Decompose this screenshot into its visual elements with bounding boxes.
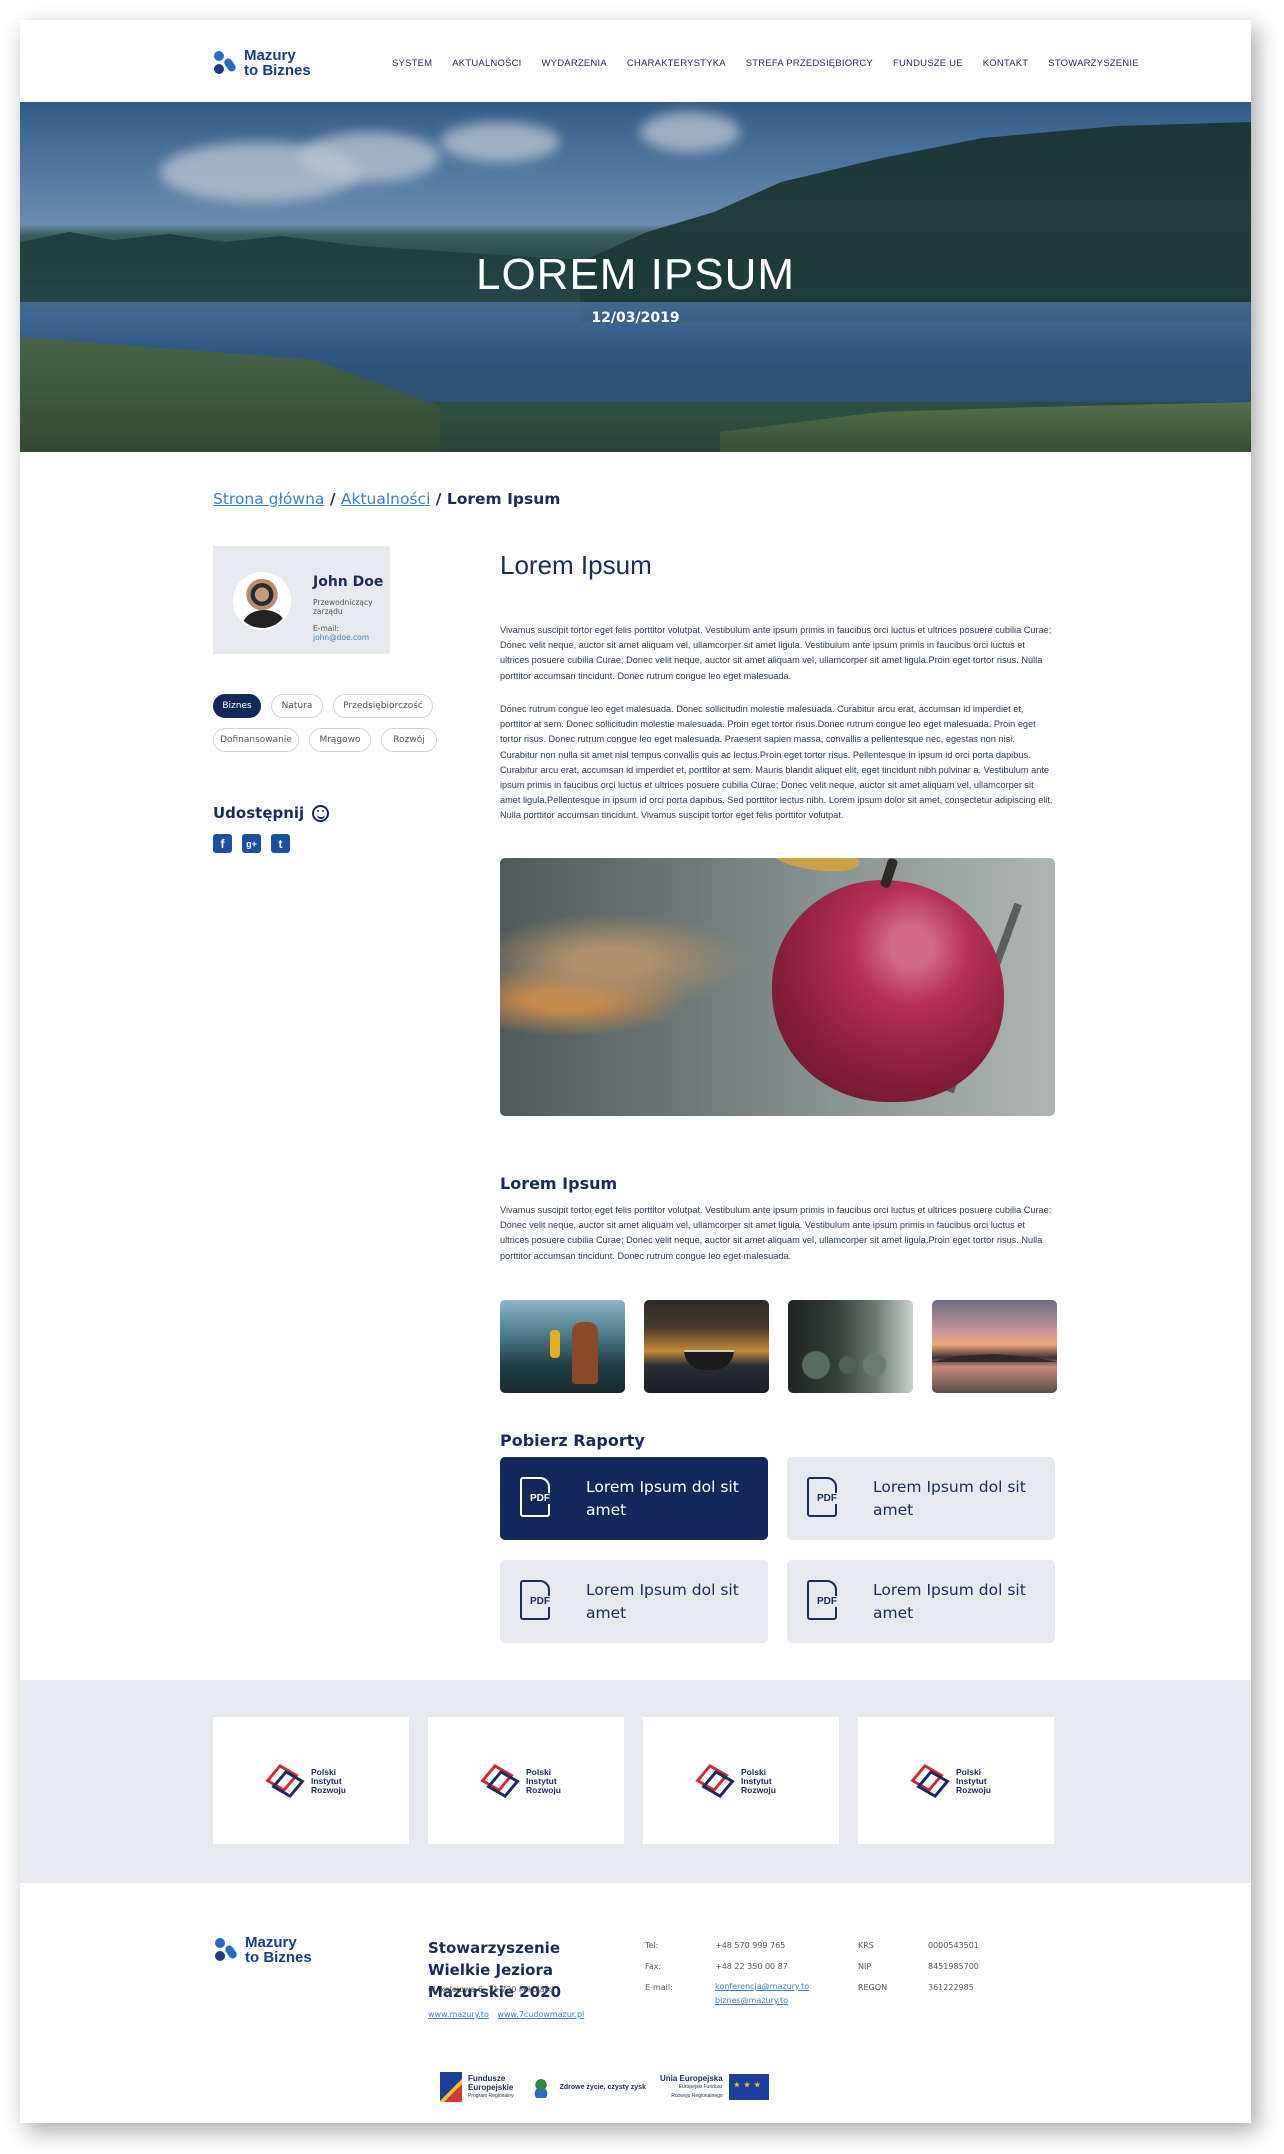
avatar xyxy=(233,572,291,630)
breadcrumb-current: Lorem Ipsum xyxy=(446,490,561,508)
author-name: John Doe xyxy=(313,574,384,590)
nav-item-wydarzenia[interactable]: WYDARZENIA xyxy=(542,58,607,69)
nav-item-charakterystyka[interactable]: CHARAKTERYSTYKA xyxy=(627,58,726,69)
phone: +48 570 999 765 xyxy=(715,1941,786,1950)
article-paragraph-2: Donec rutrum congue leo eget malesuada. … xyxy=(500,704,1053,821)
footer-logo[interactable]: Mazury to Biznes xyxy=(213,1935,312,1965)
facebook-icon[interactable]: f xyxy=(213,834,232,853)
pir-logo-icon xyxy=(910,1763,950,1799)
registry-values: 0000543501 8451985700 361222985 xyxy=(928,1941,979,1992)
google-plus-icon[interactable]: g+ xyxy=(242,834,261,853)
mazury-logo: Zdrowe życie, czysty zysk xyxy=(527,2076,646,2098)
logo-line-2: to Biznes xyxy=(244,62,311,79)
article-paragraph-3: Vivamus suscipit tortor eget felis portt… xyxy=(500,1205,1052,1261)
social-links: f g+ t xyxy=(213,834,290,853)
footer-email-link[interactable]: konferencja@mazury.to xyxy=(715,1982,809,1991)
page: Mazury to Biznes SYSTEM AKTUALNOŚCI WYDA… xyxy=(20,20,1251,2123)
breadcrumb: Strona główna / Aktualności / Lorem Ipsu… xyxy=(213,490,561,508)
footer-link[interactable]: www.7cudowmazur.pl xyxy=(497,2010,584,2019)
eu-logo: Unia Europejska Europejski Fundusz Rozwoju… xyxy=(660,2074,769,2101)
breadcrumb-home[interactable]: Strona główna xyxy=(213,490,324,508)
nav-item-system[interactable]: SYSTEM xyxy=(392,58,432,69)
download-report-button[interactable]: PDF Lorem Ipsum dol sit amet xyxy=(500,1560,768,1643)
nav-item-strefa-przedsiebiorcy[interactable]: STREFA PRZEDSIĘBIORCY xyxy=(746,58,873,69)
download-label: Lorem Ipsum dol sit amet xyxy=(873,1478,1026,1519)
pdf-icon: PDF xyxy=(520,1580,550,1620)
article-paragraph-1: Vivamus suscipit tortor eget felis portt… xyxy=(500,625,1052,681)
hero-title: LOREM IPSUM xyxy=(475,250,796,299)
footer-links: www.mazury.to www.7cudowmazur.pl xyxy=(428,2010,590,2019)
pir-logo-icon xyxy=(480,1763,520,1799)
author-role: Przewodniczący zarządu xyxy=(313,598,373,616)
tag-przedsiebiorczosc[interactable]: Przedsiębiorczość xyxy=(333,694,433,718)
download-label: Lorem Ipsum dol sit amet xyxy=(586,1581,739,1622)
fundusze-europejskie-logo: Fundusze Europejskie Program Regionalny xyxy=(440,2072,514,2102)
download-report-button[interactable]: PDF Lorem Ipsum dol sit amet xyxy=(787,1457,1055,1540)
footer-email-link[interactable]: biznes@mazury.to xyxy=(715,1996,788,2005)
pdf-icon: PDF xyxy=(807,1580,837,1620)
partner-card[interactable]: Polski Instytut Rozwoju xyxy=(643,1717,839,1844)
article-image xyxy=(500,858,1055,1116)
twitter-icon[interactable]: t xyxy=(271,834,290,853)
pdf-icon: PDF xyxy=(520,1477,550,1517)
footer-link[interactable]: www.mazury.to xyxy=(428,2010,489,2019)
smiley-icon xyxy=(312,804,330,822)
gallery-thumb[interactable] xyxy=(932,1300,1057,1393)
tag-dofinansowanie[interactable]: Dofinansowanie xyxy=(213,728,299,752)
partner-card[interactable]: Polski Instytut Rozwoju xyxy=(213,1717,409,1844)
site-logo[interactable]: Mazury to Biznes xyxy=(212,48,311,78)
hero-date: 12/03/2019 xyxy=(591,310,680,326)
funding-logos: Fundusze Europejskie Program Regionalny Zd… xyxy=(440,2067,848,2107)
pir-logo-icon xyxy=(695,1763,735,1799)
nav-item-aktualnosci[interactable]: AKTUALNOŚCI xyxy=(452,58,521,69)
pdf-icon: PDF xyxy=(807,1477,837,1517)
eu-flag-icon xyxy=(728,2074,769,2100)
author-email-link[interactable]: john@doe.com xyxy=(313,633,369,642)
gallery-thumb[interactable] xyxy=(500,1300,625,1393)
download-report-button[interactable]: PDF Lorem Ipsum dol sit amet xyxy=(787,1560,1055,1643)
main-nav: SYSTEM AKTUALNOŚCI WYDARZENIA CHARAKTERY… xyxy=(392,58,1139,69)
tag-rozwoj[interactable]: Rozwój xyxy=(381,728,437,752)
tag-natura[interactable]: Natura xyxy=(271,694,323,718)
tag-biznes[interactable]: Biznes xyxy=(213,694,261,718)
gallery xyxy=(500,1300,1057,1393)
mazury-region-icon xyxy=(527,2076,554,2098)
partner-card[interactable]: Polski Instytut Rozwoju xyxy=(428,1717,624,1844)
registry-labels: KRS NIP REGON xyxy=(858,1941,888,1992)
article-title: Lorem Ipsum xyxy=(500,550,652,580)
download-label: Lorem Ipsum dol sit amet xyxy=(873,1581,1026,1622)
breadcrumb-section[interactable]: Aktualności xyxy=(341,490,431,508)
contact-values: +48 570 999 765 +48 22 350 00 87 konfere… xyxy=(715,1935,809,2008)
partner-card[interactable]: Polski Instytut Rozwoju xyxy=(858,1717,1054,1844)
download-report-button[interactable]: PDF Lorem Ipsum dol sit amet xyxy=(500,1457,768,1540)
download-label: Lorem Ipsum dol sit amet xyxy=(586,1478,739,1519)
logo-mark-icon xyxy=(212,50,238,76)
nav-item-fundusze-ue[interactable]: FUNDUSZE UE xyxy=(893,58,963,69)
logo-mark-icon xyxy=(213,1937,239,1963)
header: Mazury to Biznes SYSTEM AKTUALNOŚCI WYDA… xyxy=(20,20,1251,102)
footer-address: ul. kolejowa 6, 11-730 Mikołajki xyxy=(428,1985,554,1994)
pir-logo-icon xyxy=(265,1763,305,1799)
fax: +48 22 350 00 87 xyxy=(715,1962,788,1971)
tag-mragowo[interactable]: Mrągowo xyxy=(309,728,371,752)
nav-item-kontakt[interactable]: KONTAKT xyxy=(983,58,1029,69)
share-section: Udostępnij xyxy=(213,804,330,822)
partners-section: Polski Instytut Rozwoju Polski Instytut Rozw… xyxy=(20,1680,1251,1883)
logo-line-1: Mazury xyxy=(244,47,296,64)
article-subtitle: Lorem Ipsum xyxy=(500,1174,618,1193)
hero-banner: LOREM IPSUM 12/03/2019 xyxy=(20,102,1251,452)
fe-flag-icon xyxy=(440,2072,462,2102)
author-card: John Doe Przewodniczący zarządu E-mail: … xyxy=(213,546,390,654)
author-email: E-mail: john@doe.com xyxy=(313,624,370,642)
share-label: Udostępnij xyxy=(213,804,305,822)
downloads-title: Pobierz Raporty xyxy=(500,1431,645,1450)
gallery-thumb[interactable] xyxy=(788,1300,913,1393)
nav-item-stowarzyszenie[interactable]: STOWARZYSZENIE xyxy=(1048,58,1138,69)
contact-labels: Tel: Fax: E-mail: xyxy=(645,1941,673,1992)
gallery-thumb[interactable] xyxy=(644,1300,769,1393)
